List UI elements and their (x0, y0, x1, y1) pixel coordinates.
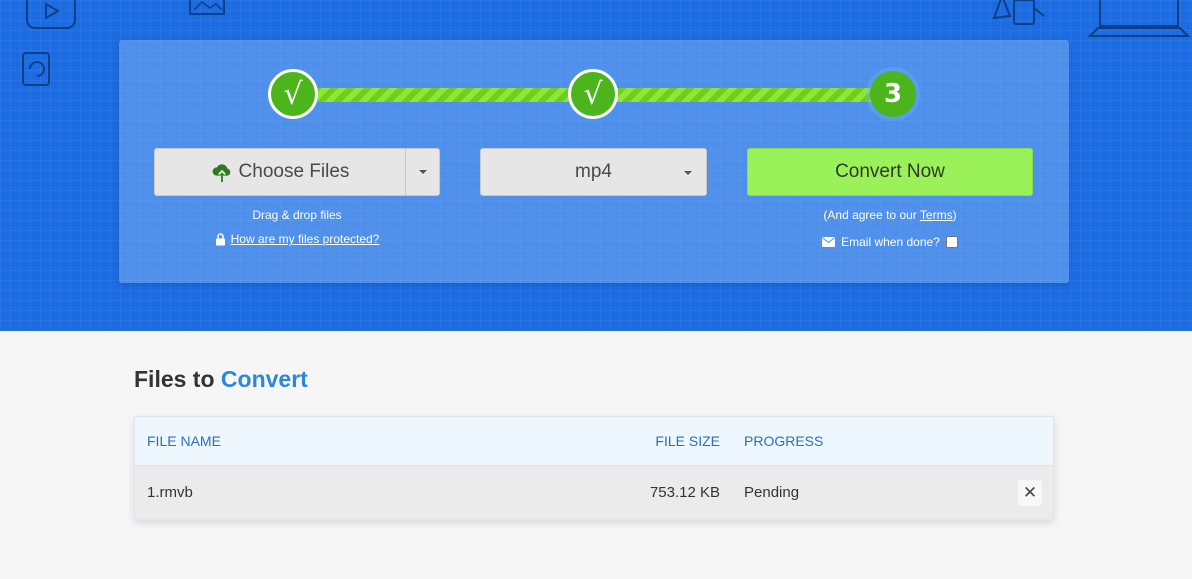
choose-files-label: Choose Files (238, 161, 350, 182)
format-select[interactable]: mp4 (480, 148, 707, 196)
step-2-complete: √ (568, 69, 618, 119)
envelope-icon (822, 237, 836, 247)
cloud-upload-icon (212, 164, 230, 183)
file-size-cell: 753.12 KB (649, 484, 720, 501)
terms-link[interactable]: Terms (920, 208, 953, 222)
checkmark-icon: √ (583, 76, 603, 112)
table-row: 1.rmvb 753.12 KB Pending ✕ (135, 466, 1053, 519)
chevron-down-icon (418, 170, 427, 174)
video-play-doodle-icon (26, 0, 76, 29)
files-to-convert-title: Files to Convert (134, 366, 308, 393)
lock-icon (215, 232, 225, 245)
hero-banner: √ √ 3 Choose Files mp4 Convert Now Drag … (0, 0, 1192, 331)
email-when-done-row: Email when done? (747, 235, 1033, 249)
image-doodle-icon (189, 0, 225, 15)
terms-prefix: (And agree to our (823, 208, 920, 222)
files-protected-row: How are my files protected? (154, 232, 440, 246)
sync-doodle-icon (22, 52, 50, 86)
devices-doodle-icon (992, 0, 1045, 25)
table-header: FILE NAME FILE SIZE PROGRESS (135, 417, 1053, 466)
choose-files-dropdown-toggle[interactable] (405, 149, 439, 195)
title-prefix: Files to (134, 366, 215, 392)
checkmark-icon: √ (283, 76, 303, 112)
laptop-doodle-icon (1087, 0, 1191, 37)
choose-files-button[interactable]: Choose Files (154, 148, 440, 196)
chevron-down-icon (684, 171, 692, 175)
terms-agreement: (And agree to our Terms) (747, 208, 1033, 222)
progress-status-cell: Pending (744, 484, 800, 501)
step-number: 3 (883, 79, 903, 109)
format-selected-value: mp4 (575, 161, 612, 182)
email-when-done-label: Email when done? (841, 235, 940, 249)
drag-drop-hint: Drag & drop files (252, 208, 342, 222)
close-icon: ✕ (1022, 483, 1038, 503)
title-accent: Convert (220, 366, 308, 392)
email-when-done-checkbox[interactable] (945, 236, 958, 248)
files-protected-link[interactable]: How are my files protected? (231, 232, 380, 246)
remove-file-button[interactable]: ✕ (1018, 480, 1042, 506)
step-3-current: 3 (870, 71, 916, 117)
choose-files-main[interactable]: Choose Files (155, 149, 405, 195)
terms-suffix: ) (952, 208, 957, 222)
file-name-cell: 1.rmvb (147, 484, 193, 501)
convert-now-label: Convert Now (835, 161, 945, 182)
column-header-file-size: FILE SIZE (655, 433, 720, 449)
files-table: FILE NAME FILE SIZE PROGRESS 1.rmvb 753.… (134, 416, 1054, 520)
column-header-file-name: FILE NAME (147, 433, 221, 449)
column-header-progress: PROGRESS (744, 433, 824, 449)
conversion-panel: √ √ 3 Choose Files mp4 Convert Now Drag … (119, 40, 1069, 283)
convert-now-button[interactable]: Convert Now (747, 148, 1033, 196)
step-1-complete: √ (268, 69, 318, 119)
